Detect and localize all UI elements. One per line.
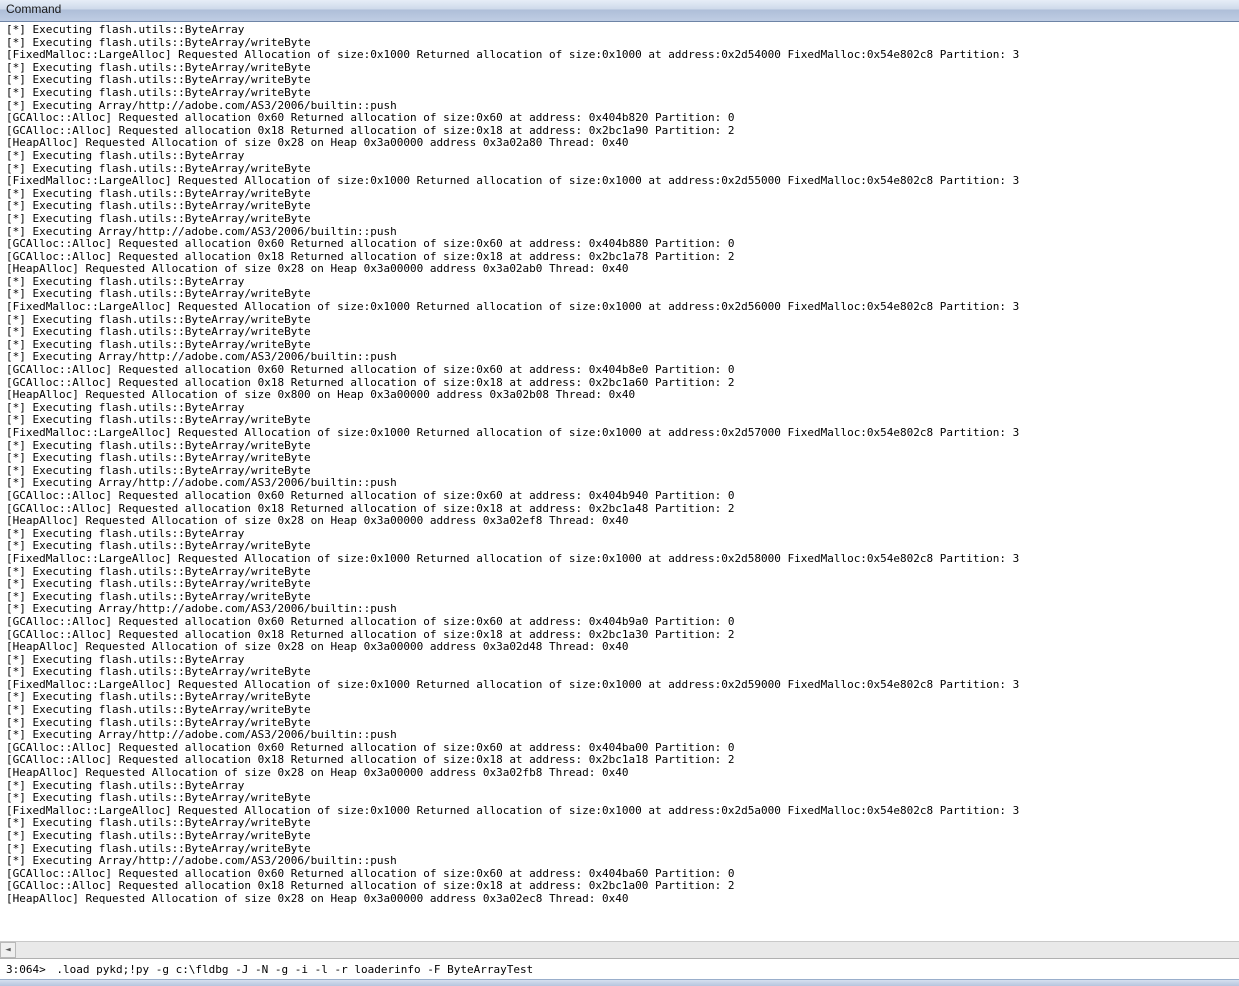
command-input-row: 3:064> <box>0 958 1239 979</box>
command-prompt: 3:064> <box>0 963 56 976</box>
window-title: Command <box>6 2 61 16</box>
scroll-left-icon[interactable]: ◄ <box>0 942 16 958</box>
debugger-command-window: Command [*] Executing flash.utils::ByteA… <box>0 0 1239 986</box>
command-output[interactable]: [*] Executing flash.utils::ByteArray [*]… <box>0 22 1239 941</box>
window-titlebar[interactable]: Command <box>0 0 1239 22</box>
horizontal-scrollbar[interactable]: ◄ <box>0 941 1239 958</box>
window-bottom-border <box>0 979 1239 986</box>
command-input[interactable] <box>56 963 1239 976</box>
